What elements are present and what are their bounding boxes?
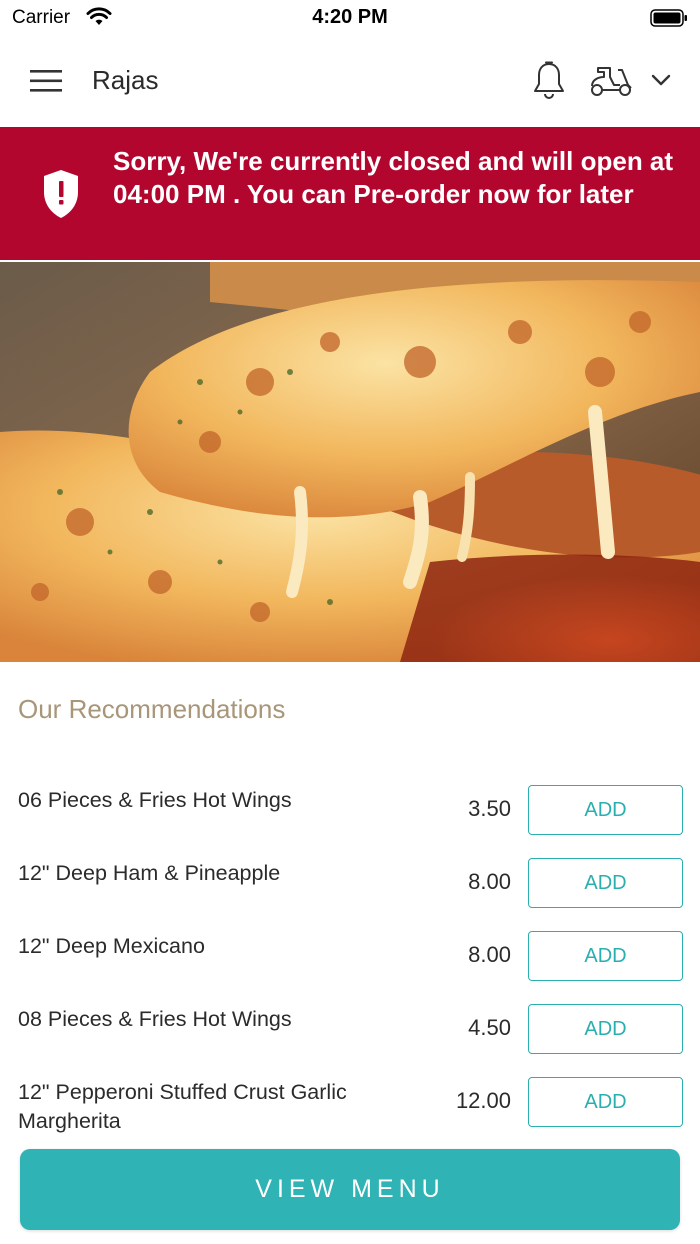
app-header: Rajas (0, 36, 700, 127)
status-bar: Carrier 4:20 PM (0, 0, 700, 36)
list-item: 06 Pieces & Fries Hot Wings 3.50 ADD (0, 784, 700, 836)
item-name: 12" Pepperoni Stuffed Crust Garlic Margh… (18, 1080, 347, 1133)
item-price: 12.00 (455, 1088, 511, 1113)
add-button[interactable]: ADD (528, 1077, 683, 1127)
list-item: 12" Pepperoni Stuffed Crust Garlic Margh… (0, 1076, 700, 1133)
add-button[interactable]: ADD (528, 785, 683, 835)
bell-icon[interactable] (532, 60, 566, 100)
add-button[interactable]: ADD (528, 931, 683, 981)
recommendations-title: Our Recommendations (18, 694, 286, 724)
item-name: 12" Deep Ham & Pineapple (18, 861, 281, 885)
item-price: 8.00 (468, 869, 511, 894)
hero-pizza-image (0, 262, 700, 662)
delivery-scooter-icon[interactable] (588, 64, 634, 98)
add-button[interactable]: ADD (528, 858, 683, 908)
list-item: 08 Pieces & Fries Hot Wings 4.50 ADD (0, 1003, 700, 1055)
view-menu-button[interactable]: VIEW MENU (20, 1149, 680, 1230)
add-button[interactable]: ADD (528, 1004, 683, 1054)
item-name: 08 Pieces & Fries Hot Wings (18, 1007, 292, 1031)
item-price: 3.50 (468, 796, 511, 821)
restaurant-name: Rajas (92, 65, 159, 95)
shield-alert-icon (44, 170, 78, 218)
list-item: 12" Deep Mexicano 8.00 ADD (0, 930, 700, 982)
closed-message: Sorry, We're currently closed and will o… (113, 146, 674, 209)
item-name: 12" Deep Mexicano (18, 934, 205, 958)
clock-time: 4:20 PM (312, 6, 388, 28)
chevron-down-icon[interactable] (650, 72, 672, 88)
item-price: 8.00 (468, 942, 511, 967)
item-name: 06 Pieces & Fries Hot Wings (18, 788, 292, 812)
menu-icon[interactable] (30, 70, 62, 92)
item-price: 4.50 (468, 1015, 511, 1040)
list-item: 12" Deep Ham & Pineapple 8.00 ADD (0, 857, 700, 909)
battery-icon (650, 9, 687, 27)
